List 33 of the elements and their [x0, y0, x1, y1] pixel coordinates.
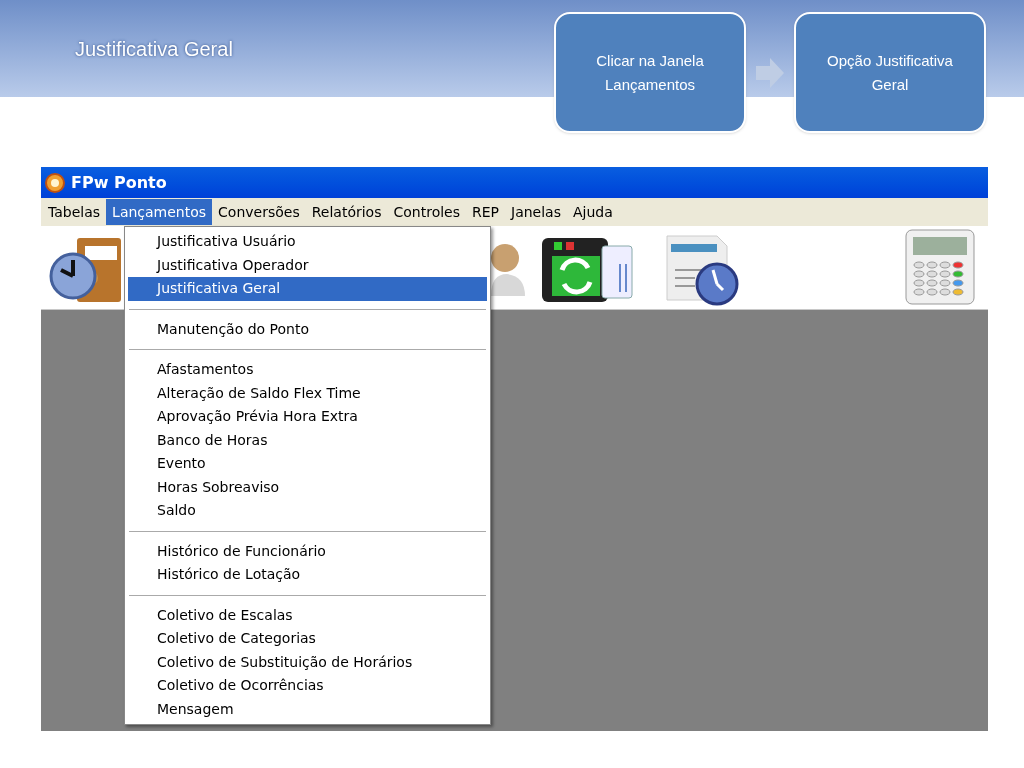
slide-title: Justificativa Geral	[75, 38, 233, 60]
menu-item[interactable]: REP	[466, 199, 505, 225]
card-reader-icon[interactable]	[540, 236, 636, 304]
dropdown-item[interactable]: Coletivo de Ocorrências	[128, 674, 487, 698]
dropdown-item[interactable]: Coletivo de Substituição de Horários	[128, 650, 487, 674]
menu-item[interactable]: Lançamentos	[106, 199, 213, 225]
dropdown-item[interactable]: Coletivo de Escalas	[128, 603, 487, 627]
dropdown-item[interactable]: Histórico de Funcionário	[128, 539, 487, 563]
step-box: Clicar na Janela Lançamentos	[554, 12, 746, 133]
dropdown-item[interactable]: Evento	[128, 452, 487, 476]
dropdown-item[interactable]: Manutenção do Ponto	[128, 317, 487, 341]
step-box: Opção Justificativa Geral	[794, 12, 986, 133]
menu-item[interactable]: Controles	[387, 199, 466, 225]
menu-item[interactable]: Ajuda	[567, 199, 619, 225]
dropdown-item[interactable]: Banco de Horas	[128, 428, 487, 452]
dropdown-item[interactable]: Histórico de Lotação	[128, 563, 487, 587]
menu-item[interactable]: Tabelas	[42, 199, 107, 225]
dropdown-item[interactable]: Justificativa Geral	[128, 277, 487, 301]
arrow-icon	[756, 57, 784, 88]
dropdown-item[interactable]: Coletivo de Categorias	[128, 627, 487, 651]
window-title: FPw Ponto	[71, 171, 167, 194]
menu-item[interactable]: Relatórios	[305, 199, 388, 225]
app-logo-icon	[45, 172, 65, 193]
dropdown-item[interactable]: Justificativa Operador	[128, 253, 487, 277]
dropdown-item[interactable]: Justificativa Usuário	[128, 230, 487, 254]
dropdown-item[interactable]: Aprovação Prévia Hora Extra	[128, 405, 487, 429]
dropdown-item[interactable]: Afastamentos	[128, 358, 487, 382]
menu-item[interactable]: Janelas	[505, 199, 567, 225]
menu-item[interactable]: Conversões	[212, 199, 306, 225]
dropdown-item[interactable]: Horas Sobreaviso	[128, 475, 487, 499]
dropdown-item[interactable]: Mensagem	[128, 697, 487, 721]
dropdown-item[interactable]: Alteração de Saldo Flex Time	[128, 381, 487, 405]
dropdown-item[interactable]: Saldo	[128, 499, 487, 523]
